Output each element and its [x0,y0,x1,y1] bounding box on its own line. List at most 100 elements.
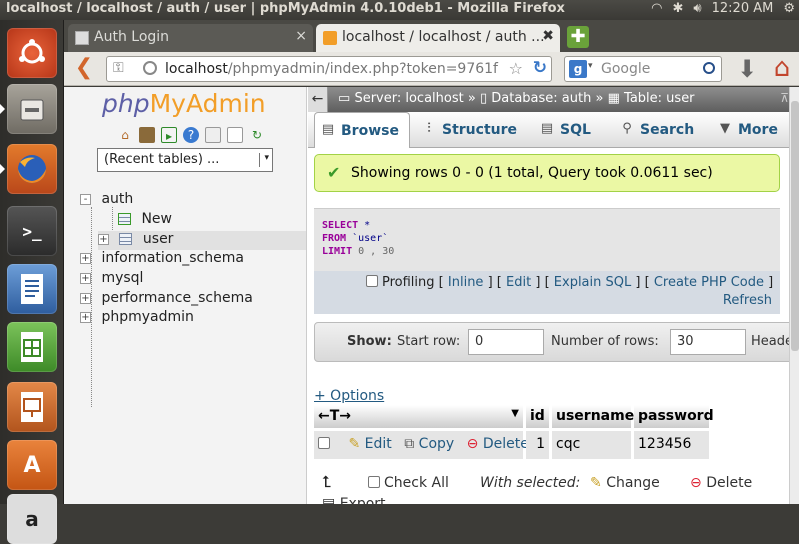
url-bar[interactable]: ⚿ localhost/phpmyadmin/index.php?token=9… [106,56,552,82]
copy-row-link[interactable]: ⧉ Copy [404,436,454,452]
query-window-icon[interactable]: ▸ [161,127,177,143]
ubuntu-dash-icon[interactable] [7,28,57,78]
edit-link[interactable]: Edit [506,275,531,290]
scrollbar-thumb[interactable] [791,101,799,351]
wifi-icon[interactable]: ◠ [651,1,662,16]
close-tab-icon[interactable]: ✖ [542,28,554,44]
column-header-username[interactable]: username [552,405,634,428]
window-title: localhost / localhost / auth / user | ph… [6,1,565,16]
close-tab-icon[interactable]: × [295,28,307,44]
pma-main: ← ▭ Server: localhost » ▯ Database: auth… [308,87,799,504]
sql-icon: ▤ [540,121,554,136]
cell-password[interactable]: 123456 [634,431,710,459]
home-icon[interactable]: ⌂ [117,127,133,143]
home-icon[interactable]: ⌂ [768,55,796,83]
tree-db-mysql[interactable]: + mysql [80,270,143,289]
recent-tables-select[interactable]: (Recent tables) ... ▾ [97,148,273,172]
create-php-code-link[interactable]: Create PHP Code [654,275,764,290]
chevron-down-icon[interactable]: ▾ [588,61,593,71]
tree-db-auth[interactable]: - auth [80,191,133,210]
sql-query[interactable]: SELECT * FROM `user` LIMIT 0 , 30 [322,219,394,258]
wiki-icon[interactable] [205,127,221,143]
tree-db-information-schema[interactable]: + information_schema [80,250,244,269]
tab-search[interactable]: ⚲ Search [614,112,694,148]
check-all-label[interactable]: Check All [384,475,449,491]
column-header-id[interactable]: id [526,405,550,428]
tree-table-user[interactable]: + user [98,231,306,250]
expand-icon[interactable]: + [80,272,91,284]
headers-label: Heade [751,334,793,349]
expand-icon[interactable]: + [80,311,91,323]
firefox-icon[interactable] [0,144,57,194]
google-icon[interactable]: g [569,60,587,78]
export-link[interactable]: ▤ Export [322,496,386,504]
inline-link[interactable]: Inline [448,275,484,290]
calc-icon[interactable] [7,322,57,372]
breadcrumb-table[interactable]: Table: user [624,91,694,106]
chevron-down-icon[interactable]: ▼ [511,408,519,419]
search-icon[interactable] [703,62,715,74]
tab-sql[interactable]: ▤ SQL [534,112,591,148]
download-icon[interactable]: ⬇ [734,55,760,83]
tree-db-performance-schema[interactable]: + performance_schema [80,290,253,309]
back-button[interactable]: ❮ [72,57,96,81]
key-icon[interactable]: ⚿ [113,60,124,76]
logout-icon[interactable] [139,127,155,143]
cell-id[interactable]: 1 [526,431,550,459]
column-header-password[interactable]: password [634,405,714,428]
row-checkbox[interactable] [318,437,330,449]
rows-input[interactable]: 30 [670,329,746,355]
tab-structure[interactable]: ⫶ Structure [416,112,517,148]
breadcrumb-server[interactable]: Server: localhost [354,91,463,106]
breadcrumb-database[interactable]: Database: auth [491,91,591,106]
edit-row-link[interactable]: ✎ Edit [348,436,391,452]
collapse-nav-icon[interactable]: ← [308,87,328,112]
explain-sql-link[interactable]: Explain SQL [554,275,631,290]
reload-icon[interactable]: ↻ [249,127,265,143]
terminal-icon[interactable]: >_ [7,206,57,256]
tab-strip: Auth Login × localhost / localhost / aut… [64,20,799,52]
cell-username[interactable]: cqc [552,431,632,459]
bluetooth-icon[interactable]: ✱ [673,1,684,16]
copy-icon[interactable] [227,127,243,143]
gear-icon[interactable]: ⚙ [783,1,795,16]
impress-icon[interactable] [7,382,57,432]
start-row-input[interactable]: 0 [468,329,544,355]
docs-icon[interactable]: ? [183,127,199,143]
reload-icon[interactable]: ↻ [533,58,547,78]
delete-row-link[interactable]: ⊖ Delete [467,436,529,452]
clock[interactable]: 12:20 AM [712,1,774,16]
tab-auth-login[interactable]: Auth Login × [68,24,313,52]
page-scrollbar[interactable] [789,87,799,504]
refresh-link[interactable]: Refresh [723,293,772,308]
tab-browse[interactable]: ▤ Browse [314,112,410,148]
sort-column-header[interactable]: ←T→ ▼ [314,405,524,428]
start-row-label: Start row: [397,334,461,349]
search-bar[interactable]: g ▾ Google [564,56,722,82]
profiling-checkbox[interactable] [366,275,378,287]
writer-icon[interactable] [7,264,57,314]
expand-icon[interactable]: + [80,252,91,264]
collapse-icon[interactable]: ⊼ [780,91,789,105]
expand-icon[interactable]: + [80,292,91,304]
nav-bar: ❮ ⚿ localhost/phpmyadmin/index.php?token… [64,52,799,86]
tree-new-table[interactable]: New [118,211,172,230]
pma-logo[interactable]: phpMyAdmin [102,89,266,118]
files-icon[interactable] [0,84,57,134]
software-center-icon[interactable]: A [7,440,57,490]
change-button[interactable]: ✎ Change [590,475,660,491]
check-all-checkbox[interactable] [368,476,380,488]
tree-db-phpmyadmin[interactable]: + phpmyadmin [80,309,194,328]
options-link[interactable]: + Options [314,388,384,404]
move-columns-icon[interactable]: ←T→ [318,408,351,424]
bookmark-star-icon[interactable]: ☆ [509,59,523,78]
volume-icon[interactable]: 🔊︎ [693,1,701,16]
collapse-icon[interactable]: - [80,193,91,205]
expand-icon[interactable]: + [98,233,109,245]
delete-button[interactable]: ⊖ Delete [690,475,752,491]
new-tab-button[interactable]: ✚ [567,26,589,48]
amazon-icon[interactable]: a [7,494,57,544]
tab-more[interactable]: ▼ More [712,112,778,148]
copy-icon: ⧉ [404,436,415,452]
tab-phpmyadmin[interactable]: localhost / localhost / auth ... ✖ [316,24,560,52]
